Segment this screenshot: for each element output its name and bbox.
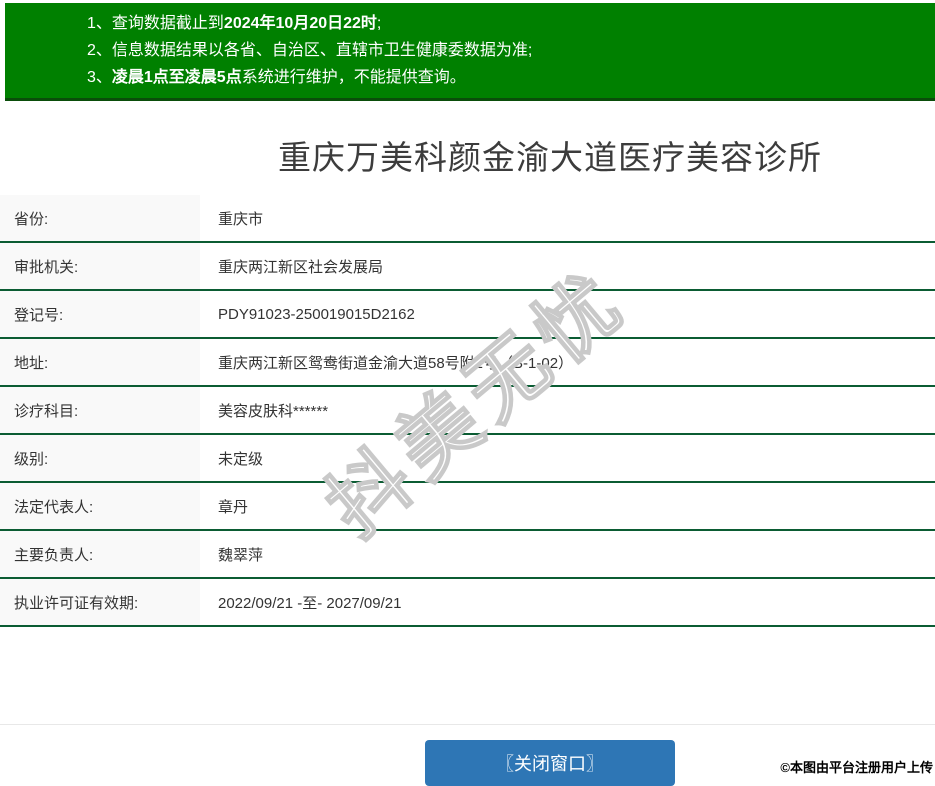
notice-item-number: 3、 bbox=[87, 69, 112, 86]
row-value: PDY91023-250019015D2162 bbox=[218, 305, 415, 323]
row-value: 章丹 bbox=[218, 498, 249, 516]
row-label: 省份: bbox=[0, 195, 200, 241]
row-label: 级别: bbox=[0, 435, 200, 481]
table-row-registration-number: 登记号: PDY91023-250019015D2162 bbox=[0, 291, 935, 339]
row-value: 重庆两江新区鸳鸯街道金渝大道58号附2号（B-1-02） bbox=[218, 354, 574, 372]
row-value: 未定级 bbox=[218, 450, 264, 468]
row-value: 美容皮肤科****** bbox=[218, 402, 329, 420]
table-row-address: 地址: 重庆两江新区鸳鸯街道金渝大道58号附2号（B-1-02） bbox=[0, 339, 935, 387]
row-value: 重庆市 bbox=[218, 210, 264, 228]
notice-item-text: 查询数据截止到 bbox=[111, 15, 224, 32]
notice-item-number: 1、 bbox=[87, 15, 112, 32]
close-window-button[interactable]: 〖关闭窗口〗 bbox=[425, 740, 675, 786]
row-label: 主要负责人: bbox=[0, 531, 200, 577]
notice-item-2: 2、信息数据结果以各省、自治区、直辖市卫生健康委数据为准; bbox=[87, 37, 935, 64]
row-value: 魏翠萍 bbox=[218, 546, 264, 564]
notice-banner: 1、查询数据截止到2024年10月20日22时; 2、信息数据结果以各省、自治区… bbox=[5, 3, 935, 101]
page-title: 重庆万美科颜金渝大道医疗美容诊所 bbox=[278, 139, 822, 176]
notice-item-3: 3、凌晨1点至凌晨5点系统进行维护，不能提供查询。 bbox=[87, 64, 935, 91]
table-row-treatment-subjects: 诊疗科目: 美容皮肤科****** bbox=[0, 387, 935, 435]
uploader-stamp: ©本图由平台注册用户上传 bbox=[780, 760, 933, 775]
table-row-approval-authority: 审批机关: 重庆两江新区社会发展局 bbox=[0, 243, 935, 291]
table-row-legal-representative: 法定代表人: 章丹 bbox=[0, 483, 935, 531]
footer-divider bbox=[0, 724, 935, 725]
row-value: 2022/09/21 -至- 2027/09/21 bbox=[218, 594, 402, 612]
row-label: 诊疗科目: bbox=[0, 387, 200, 433]
row-value: 重庆两江新区社会发展局 bbox=[218, 258, 384, 276]
notice-item-number: 2、 bbox=[87, 42, 112, 59]
notice-item-text: 系统进行维护，不能提供查询。 bbox=[241, 69, 466, 86]
row-label: 执业许可证有效期: bbox=[0, 579, 200, 625]
notice-item-text: 信息数据结果以各省、自治区、直辖市卫生健康委数据为准; bbox=[111, 42, 533, 59]
table-row-province: 省份: 重庆市 bbox=[0, 195, 935, 243]
row-label: 地址: bbox=[0, 339, 200, 385]
info-table: 省份: 重庆市 审批机关: 重庆两江新区社会发展局 登记号: PDY91023-… bbox=[0, 195, 935, 627]
notice-item-bold-text: 2024年10月20日22时 bbox=[223, 15, 377, 32]
row-label: 法定代表人: bbox=[0, 483, 200, 529]
table-row-main-person-in-charge: 主要负责人: 魏翠萍 bbox=[0, 531, 935, 579]
notice-item-1: 1、查询数据截止到2024年10月20日22时; bbox=[87, 10, 935, 37]
notice-list: 1、查询数据截止到2024年10月20日22时; 2、信息数据结果以各省、自治区… bbox=[5, 10, 935, 91]
row-label: 登记号: bbox=[0, 291, 200, 337]
table-row-level: 级别: 未定级 bbox=[0, 435, 935, 483]
row-label: 审批机关: bbox=[0, 243, 200, 289]
table-row-license-validity: 执业许可证有效期: 2022/09/21 -至- 2027/09/21 bbox=[0, 579, 935, 627]
notice-item-text: ; bbox=[376, 15, 382, 32]
notice-item-bold-text: 凌晨1点至凌晨5点 bbox=[111, 69, 242, 86]
page: 1、查询数据截止到2024年10月20日22时; 2、信息数据结果以各省、自治区… bbox=[0, 3, 935, 786]
